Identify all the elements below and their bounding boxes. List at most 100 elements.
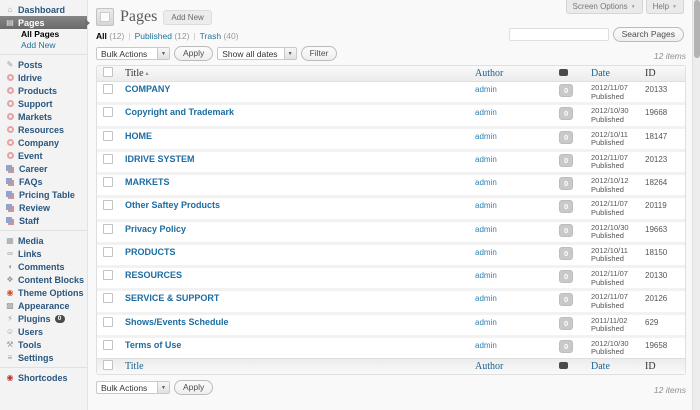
sidebar-item-tools[interactable]: ⚒ Tools (0, 338, 87, 351)
page-title-link[interactable]: MARKETS (125, 177, 170, 187)
page-title-link[interactable]: Terms of Use (125, 340, 181, 350)
page-title-link[interactable]: IDRIVE SYSTEM (125, 154, 195, 164)
author-link[interactable]: admin (475, 85, 497, 94)
sort-by-title[interactable]: Title ▴ (125, 68, 149, 79)
author-link[interactable]: admin (475, 271, 497, 280)
sidebar-item-event[interactable]: Event (0, 149, 87, 162)
screen-options-tab[interactable]: Screen Options ▼ (565, 0, 643, 14)
author-link[interactable]: admin (475, 178, 497, 187)
sidebar-item-posts[interactable]: ✎ Posts (0, 58, 87, 71)
sidebar-item-settings[interactable]: ≡ Settings (0, 351, 87, 364)
sidebar-item-users[interactable]: ☺ Users (0, 325, 87, 338)
row-checkbox[interactable] (103, 270, 113, 280)
scrollbar[interactable] (692, 0, 700, 410)
sidebar-subitem-all-pages[interactable]: All Pages (0, 29, 87, 40)
author-link[interactable]: admin (475, 155, 497, 164)
author-link[interactable]: admin (475, 108, 497, 117)
apply-button[interactable]: Apply (174, 46, 214, 61)
sidebar-item-products[interactable]: Products (0, 84, 87, 97)
page-title-link[interactable]: Other Saftey Products (125, 200, 220, 210)
row-checkbox[interactable] (103, 130, 113, 141)
comment-count-bubble[interactable]: 0 (559, 293, 574, 307)
sort-by-author[interactable]: Author (475, 68, 503, 79)
author-link[interactable]: admin (475, 341, 497, 350)
row-checkbox[interactable] (103, 177, 113, 187)
row-checkbox[interactable] (103, 339, 113, 350)
sort-by-date[interactable]: Date (591, 361, 610, 372)
comment-count-bubble[interactable]: 0 (559, 107, 574, 121)
sidebar-item-theme-options[interactable]: ◉ Theme Options (0, 286, 87, 299)
page-title-link[interactable]: HOME (125, 131, 152, 141)
row-checkbox[interactable] (103, 200, 113, 211)
sidebar-item-markets[interactable]: Markets (0, 110, 87, 123)
add-new-button[interactable]: Add New (163, 9, 212, 25)
sidebar-item-media[interactable]: ▦ Media (0, 234, 87, 247)
author-link[interactable]: admin (475, 225, 497, 234)
search-pages-button[interactable]: Search Pages (612, 27, 684, 42)
comment-count-bubble[interactable]: 0 (559, 270, 574, 283)
comment-count-bubble[interactable]: 0 (559, 153, 574, 167)
bulk-actions-select[interactable]: Bulk Actions ▼ (96, 381, 170, 394)
page-title-link[interactable]: RESOURCES (125, 270, 182, 280)
row-checkbox[interactable] (103, 246, 113, 257)
row-checkbox[interactable] (103, 223, 113, 234)
filter-button[interactable]: Filter (300, 46, 338, 61)
sidebar-item-staff[interactable]: Staff (0, 214, 87, 227)
sidebar-item-content-blocks[interactable]: ❖ Content Blocks (0, 273, 87, 286)
sidebar-item-links[interactable]: ∞ Links (0, 247, 87, 260)
author-link[interactable]: admin (475, 294, 497, 303)
comment-count-bubble[interactable]: 0 (559, 316, 574, 330)
sidebar-item-shortcodes[interactable]: ◉ Shortcodes (0, 371, 87, 384)
page-title-link[interactable]: COMPANY (125, 84, 170, 94)
select-all-checkbox[interactable] (103, 67, 113, 77)
dates-filter-select[interactable]: Show all dates ▼ (217, 47, 297, 60)
sidebar-item-pages[interactable]: ▤ Pages (0, 16, 90, 29)
author-link[interactable]: admin (475, 318, 497, 327)
scrollbar-thumb[interactable] (694, 0, 700, 58)
page-title-link[interactable]: Shows/Events Schedule (125, 317, 229, 327)
page-title-link[interactable]: Copyright and Trademark (125, 107, 234, 117)
comment-count-bubble[interactable]: 0 (559, 339, 574, 353)
filter-trash-link[interactable]: Trash (40) (200, 31, 239, 41)
sort-by-date[interactable]: Date (591, 68, 610, 79)
author-link[interactable]: admin (475, 248, 497, 257)
page-title-link[interactable]: PRODUCTS (125, 247, 176, 257)
help-tab[interactable]: Help ▼ (645, 0, 684, 14)
row-checkbox[interactable] (103, 293, 113, 304)
comment-count-bubble[interactable]: 0 (559, 200, 574, 214)
sidebar-item-career[interactable]: Career (0, 162, 87, 175)
comment-count-bubble[interactable]: 0 (559, 223, 574, 237)
page-title-link[interactable]: Privacy Policy (125, 224, 186, 234)
sidebar-item-comments[interactable]: ◖ Comments (0, 260, 87, 273)
sidebar-item-company[interactable]: Company (0, 136, 87, 149)
comment-count-bubble[interactable]: 0 (559, 246, 574, 260)
sidebar-item-support[interactable]: Support (0, 97, 87, 110)
row-checkbox[interactable] (103, 84, 113, 94)
sidebar-item-faqs[interactable]: FAQs (0, 175, 87, 188)
row-checkbox[interactable] (103, 316, 113, 327)
comment-count-bubble[interactable]: 0 (559, 130, 574, 144)
comment-count-bubble[interactable]: 0 (559, 84, 574, 97)
comment-count-bubble[interactable]: 0 (559, 177, 574, 190)
sidebar-item-plugins[interactable]: ⚡ Plugins 0 (0, 312, 87, 325)
sidebar-item-pricing-table[interactable]: Pricing Table (0, 188, 87, 201)
sidebar-item-idrive[interactable]: Idrive (0, 71, 87, 84)
select-all-checkbox[interactable] (103, 360, 113, 370)
row-checkbox[interactable] (103, 153, 113, 164)
sidebar-subitem-add-new[interactable]: Add New (0, 40, 87, 51)
author-link[interactable]: admin (475, 201, 497, 210)
page-title-link[interactable]: SERVICE & SUPPORT (125, 293, 219, 303)
sidebar-item-dashboard[interactable]: ⌂ Dashboard (0, 3, 87, 16)
apply-button[interactable]: Apply (174, 380, 214, 395)
row-checkbox[interactable] (103, 107, 113, 118)
sort-by-title[interactable]: Title (125, 361, 144, 372)
filter-all-link[interactable]: All (12) (96, 31, 124, 41)
search-input[interactable] (508, 28, 609, 41)
author-link[interactable]: admin (475, 132, 497, 141)
filter-published-link[interactable]: Published (12) (135, 31, 190, 41)
sidebar-item-resources[interactable]: Resources (0, 123, 87, 136)
sort-by-author[interactable]: Author (475, 361, 503, 372)
sidebar-item-appearance[interactable]: ▩ Appearance (0, 299, 87, 312)
bulk-actions-select[interactable]: Bulk Actions ▼ (96, 47, 170, 60)
sidebar-item-review[interactable]: Review (0, 201, 87, 214)
